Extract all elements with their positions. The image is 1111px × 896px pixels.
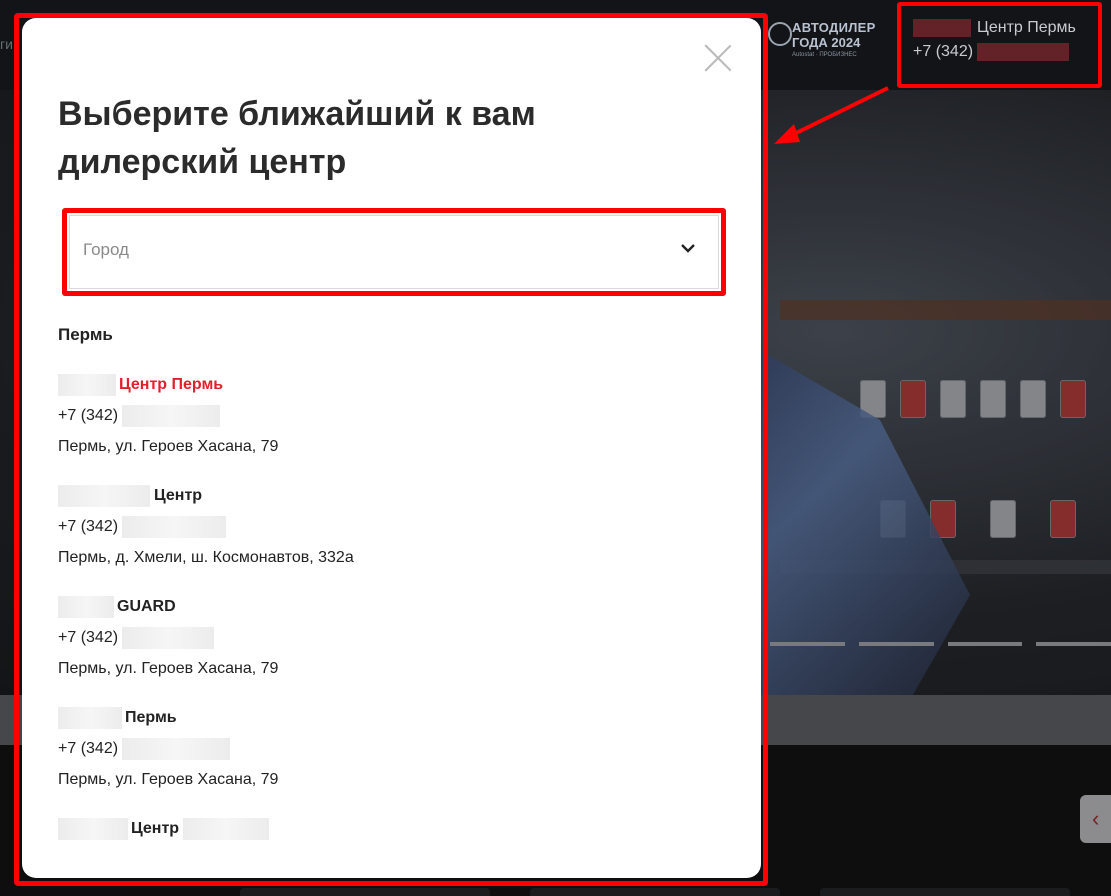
award-ring-icon bbox=[768, 22, 792, 46]
arrow-icon bbox=[774, 86, 889, 144]
header-highlight bbox=[897, 2, 1102, 88]
modal-highlight bbox=[14, 13, 768, 886]
award-logo: АВТОДИЛЕР ГОДА 2024 Autostat · ПРОБИЗНЕС bbox=[768, 18, 888, 64]
